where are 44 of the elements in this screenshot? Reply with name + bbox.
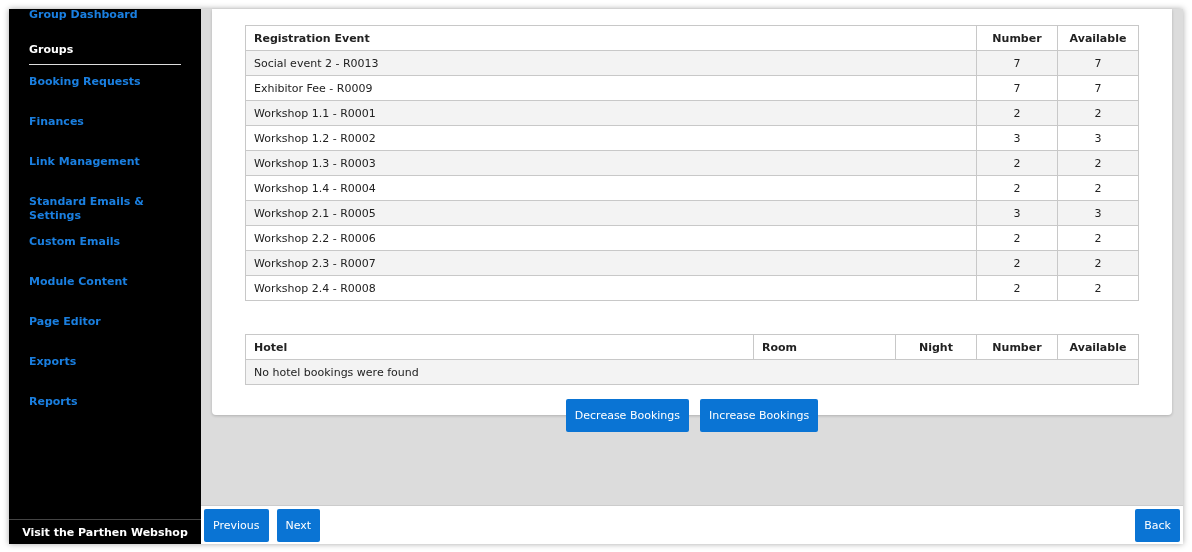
column-header: Available <box>1057 25 1139 51</box>
table-cell: Workshop 1.3 - R0003 <box>245 150 977 176</box>
sidebar-item[interactable]: Finances <box>29 115 181 155</box>
table-cell: Workshop 2.1 - R0005 <box>245 200 977 226</box>
sidebar-item[interactable]: Exports <box>29 355 181 395</box>
column-header: Available <box>1057 334 1139 360</box>
column-header: Night <box>895 334 977 360</box>
table-cell: 7 <box>976 50 1058 76</box>
back-button[interactable]: Back <box>1135 508 1180 542</box>
table-cell: 2 <box>1057 250 1139 276</box>
sidebar-item[interactable]: Custom Emails <box>29 235 181 275</box>
table-cell: 2 <box>976 275 1058 301</box>
sidebar-item[interactable]: Page Editor <box>29 315 181 355</box>
column-header: Number <box>976 334 1058 360</box>
webshop-link[interactable]: Visit the Parthen Webshop <box>22 525 188 539</box>
sidebar-item[interactable]: Reports <box>29 395 181 435</box>
next-button[interactable]: Next <box>276 508 321 542</box>
column-header: Room <box>753 334 896 360</box>
column-header: Registration Event <box>245 25 977 51</box>
sidebar-item[interactable]: Standard Emails & Settings <box>29 195 181 235</box>
column-header: Number <box>976 25 1058 51</box>
table-cell: 2 <box>1057 100 1139 126</box>
action-button[interactable]: Increase Bookings <box>700 399 819 432</box>
table-cell: 2 <box>976 250 1058 276</box>
table-cell: 3 <box>976 200 1058 226</box>
sidebar-item[interactable]: Group Dashboard <box>29 9 181 35</box>
table-cell: Workshop 1.1 - R0001 <box>245 100 977 126</box>
table-cell: Workshop 2.4 - R0008 <box>245 275 977 301</box>
sidebar-item[interactable]: Booking Requests <box>29 75 181 115</box>
empty-message: No hotel bookings were found <box>245 359 1139 385</box>
table-cell: Workshop 2.3 - R0007 <box>245 250 977 276</box>
table-cell: 2 <box>976 100 1058 126</box>
previous-button[interactable]: Previous <box>204 508 269 542</box>
action-button[interactable]: Decrease Bookings <box>565 399 689 432</box>
sidebar-item[interactable]: Groups <box>29 35 181 65</box>
column-header: Hotel <box>245 334 754 360</box>
table-cell: 2 <box>1057 275 1139 301</box>
table-cell: 7 <box>1057 50 1139 76</box>
table-cell: 2 <box>1057 150 1139 176</box>
table-cell: 2 <box>976 150 1058 176</box>
sidebar-item[interactable]: Link Management <box>29 155 181 195</box>
table-cell: 3 <box>1057 200 1139 226</box>
sidebar-item[interactable]: Module Content <box>29 275 181 315</box>
table-cell: Social event 2 - R0013 <box>245 50 977 76</box>
